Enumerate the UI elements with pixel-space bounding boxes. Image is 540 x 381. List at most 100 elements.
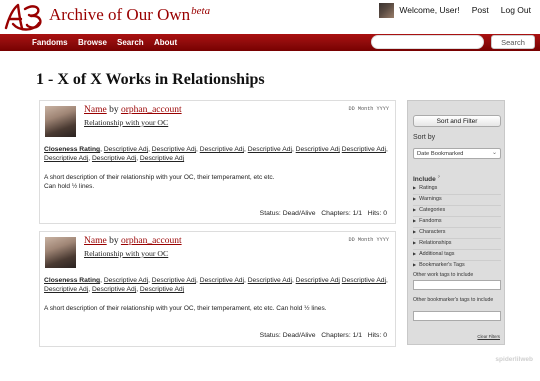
- tag-link[interactable]: Descriptive Adj: [44, 286, 88, 293]
- tag-link[interactable]: Descriptive Adj: [92, 155, 136, 162]
- work-tag-list: Closeness Rating, Descriptive Adj, Descr…: [44, 277, 388, 293]
- work-hits: Hits: 0: [367, 210, 387, 217]
- site-name[interactable]: Archive of Our Ownbeta: [49, 5, 210, 25]
- nav-item-fandoms[interactable]: Fandoms: [32, 38, 68, 47]
- help-icon[interactable]: ?: [438, 174, 440, 179]
- work-date: DD Month YYYY: [348, 106, 389, 112]
- filter-relationships[interactable]: ▶ Relationships: [413, 240, 451, 246]
- work-author-link[interactable]: orphan_account: [121, 105, 182, 115]
- filter-categories[interactable]: ▶ Categories: [413, 207, 445, 213]
- tag-link[interactable]: Descriptive Adj: [152, 146, 196, 153]
- work-heading: Name by orphan_account: [84, 105, 182, 115]
- tag-link[interactable]: Descriptive Adj: [140, 155, 184, 162]
- other-bookmarker-tags-input[interactable]: [413, 311, 501, 321]
- filter-label: Ratings: [419, 185, 438, 191]
- filter-characters[interactable]: ▶ Characters: [413, 229, 445, 235]
- tag-link[interactable]: Descriptive Adj: [296, 277, 340, 284]
- search-button[interactable]: Search: [491, 35, 535, 49]
- expand-triangle-icon: ▶: [413, 262, 417, 267]
- filter-label: Categories: [419, 207, 446, 213]
- expand-triangle-icon: ▶: [413, 196, 417, 201]
- tag-link[interactable]: Descriptive Adj: [296, 146, 340, 153]
- filter-ratings[interactable]: ▶ Ratings: [413, 185, 437, 191]
- filter-divider: [413, 238, 501, 239]
- sort-filter-button[interactable]: Sort and Filter: [413, 115, 501, 127]
- work-title-link[interactable]: Name: [84, 105, 107, 115]
- work-blurb: Name by orphan_account Relationship with…: [39, 231, 396, 347]
- work-heading: Name by orphan_account: [84, 236, 182, 246]
- site-name-text: Archive of Our Own: [49, 5, 191, 24]
- work-fandom-link[interactable]: Relationship with your OC: [84, 118, 168, 127]
- nav-item-search[interactable]: Search: [117, 38, 144, 47]
- primary-nav: Fandoms Browse Search About Search: [0, 34, 540, 51]
- sort-by-label: Sort by: [413, 134, 436, 141]
- user-avatar[interactable]: [379, 2, 395, 18]
- work-status: Status: Dead/Alive: [259, 332, 316, 339]
- tag-link[interactable]: Descriptive Adj: [104, 146, 148, 153]
- include-label: Include ?: [413, 174, 440, 183]
- work-fandom-link[interactable]: Relationship with your OC: [84, 249, 168, 258]
- tag-link[interactable]: Descriptive Adj: [248, 277, 292, 284]
- chevron-down-icon: ⌄: [491, 150, 497, 156]
- filter-bookmarker-tags[interactable]: ▶ Bookmarker's Tags: [413, 262, 465, 268]
- site-header: Archive of Our Ownbeta Welcome, User! Po…: [0, 0, 540, 34]
- work-summary-line: Can hold ½ lines.: [44, 182, 95, 190]
- sort-by-select[interactable]: Date Bookmarked ⌄: [413, 148, 501, 159]
- work-thumbnail: [45, 106, 76, 137]
- expand-triangle-icon: ▶: [413, 251, 417, 256]
- tag-link[interactable]: Descriptive Adj: [200, 277, 244, 284]
- expand-triangle-icon: ▶: [413, 185, 417, 190]
- other-bookmarker-tags-label: Other bookmarker's tags to include: [413, 297, 494, 303]
- tag-link[interactable]: Descriptive Adj: [342, 146, 386, 153]
- expand-triangle-icon: ▶: [413, 240, 417, 245]
- work-by-text: by: [109, 105, 119, 115]
- tag-link[interactable]: Descriptive Adj: [152, 277, 196, 284]
- filter-label: Fandoms: [419, 218, 442, 224]
- expand-triangle-icon: ▶: [413, 229, 417, 234]
- tag-link[interactable]: Descriptive Adj: [140, 286, 184, 293]
- filter-sidebar: Sort and Filter Sort by Date Bookmarked …: [407, 100, 505, 345]
- site-beta-label: beta: [191, 5, 211, 17]
- nav-item-about[interactable]: About: [154, 38, 177, 47]
- work-date: DD Month YYYY: [348, 237, 389, 243]
- work-author-link[interactable]: orphan_account: [121, 236, 182, 246]
- work-stats: Status: Dead/Alive Chapters: 1/1 Hits: 0: [260, 210, 387, 217]
- work-thumbnail: [45, 237, 76, 268]
- filter-divider: [413, 205, 501, 206]
- tag-link[interactable]: Descriptive Adj: [342, 277, 386, 284]
- work-hits: Hits: 0: [367, 332, 387, 339]
- tag-rating[interactable]: Closeness Rating: [44, 146, 100, 153]
- tag-link[interactable]: Descriptive Adj: [44, 155, 88, 162]
- post-link[interactable]: Post: [472, 5, 489, 15]
- tag-link[interactable]: Descriptive Adj: [92, 286, 136, 293]
- tag-link[interactable]: Descriptive Adj: [200, 146, 244, 153]
- filter-fandoms[interactable]: ▶ Fandoms: [413, 218, 442, 224]
- work-title-link[interactable]: Name: [84, 236, 107, 246]
- tag-link[interactable]: Descriptive Adj: [104, 277, 148, 284]
- greeting-link[interactable]: Welcome, User!: [399, 5, 459, 15]
- clear-filters-link[interactable]: Clear Filters: [477, 334, 500, 339]
- filter-warnings[interactable]: ▶ Warnings: [413, 196, 442, 202]
- nav-item-browse[interactable]: Browse: [78, 38, 107, 47]
- page-title: 1 - X of X Works in Relationships: [36, 71, 265, 88]
- work-summary-line: A short description of their relationshi…: [44, 305, 327, 312]
- work-stats: Status: Dead/Alive Chapters: 1/1 Hits: 0: [260, 332, 387, 339]
- filter-additional-tags[interactable]: ▶ Additional tags: [413, 251, 454, 257]
- filter-label: Warnings: [419, 196, 442, 202]
- work-chapters: Chapters: 1/1: [321, 210, 363, 217]
- ao3-logo-icon[interactable]: [3, 1, 47, 32]
- filter-divider: [413, 260, 501, 261]
- logout-link[interactable]: Log Out: [501, 5, 531, 15]
- filter-divider: [413, 227, 501, 228]
- expand-triangle-icon: ▶: [413, 207, 417, 212]
- expand-triangle-icon: ▶: [413, 218, 417, 223]
- work-chapters: Chapters: 1/1: [321, 332, 363, 339]
- filter-divider: [413, 216, 501, 217]
- tag-rating[interactable]: Closeness Rating: [44, 277, 100, 284]
- tag-link[interactable]: Descriptive Adj: [248, 146, 292, 153]
- other-work-tags-input[interactable]: [413, 280, 501, 290]
- include-label-text: Include: [413, 176, 436, 184]
- work-summary: A short description of their relationshi…: [44, 174, 389, 191]
- sort-by-value: Date Bookmarked: [417, 151, 464, 157]
- search-input[interactable]: [371, 35, 484, 49]
